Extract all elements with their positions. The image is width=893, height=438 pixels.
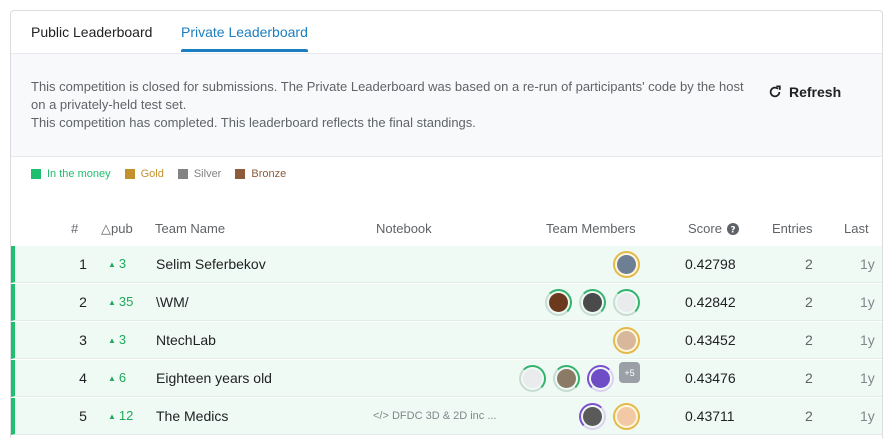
legend-in-the-money: In the money (31, 168, 111, 180)
col-notebook: Notebook (376, 221, 432, 236)
info-line-completed: This competition has completed. This lea… (31, 115, 476, 130)
leaderboard-panel: Public Leaderboard Private Leaderboard T… (10, 10, 883, 438)
legend-gold: Gold (124, 168, 164, 180)
row-rank: 5 (79, 408, 87, 424)
row-delta: ▲ 35 (108, 294, 134, 309)
refresh-label: Refresh (789, 84, 842, 100)
row-team-name[interactable]: NtechLab (156, 332, 216, 348)
leaderboard-tabs: Public Leaderboard Private Leaderboard (11, 11, 882, 54)
table-row[interactable]: 1 ▲ 3 Selim Seferbekov 0.42798 2 1y (11, 246, 882, 283)
up-arrow-icon: ▲ (108, 374, 116, 383)
row-rank: 4 (79, 370, 87, 386)
table-row[interactable]: 5 ▲ 12 The Medics </> DFDC 3D & 2D inc ..… (11, 398, 882, 435)
row-last: 1y (860, 256, 875, 272)
col-entries[interactable]: Entries (772, 221, 812, 236)
row-team-name[interactable]: \WM/ (156, 294, 189, 310)
row-last: 1y (860, 332, 875, 348)
legend-bronze: Bronze (235, 168, 286, 180)
info-line-closed: This competition is closed for submissio… (31, 79, 744, 112)
more-members-badge[interactable]: +5 (619, 362, 640, 383)
legend-silver: Silver (177, 168, 221, 180)
avatar[interactable] (579, 403, 606, 430)
avatar[interactable] (613, 403, 640, 430)
row-entries: 2 (805, 408, 813, 424)
avatar[interactable] (579, 289, 606, 316)
row-entries: 2 (805, 332, 813, 348)
avatar[interactable] (613, 251, 640, 278)
col-team-members: Team Members (546, 221, 636, 236)
row-entries: 2 (805, 294, 813, 310)
row-delta: ▲ 12 (108, 408, 134, 423)
col-rank[interactable]: # (71, 221, 78, 236)
team-members: +5 (519, 362, 640, 392)
row-score: 0.42798 (685, 256, 736, 272)
up-arrow-icon: ▲ (108, 412, 116, 421)
legend-swatch-gold (124, 169, 135, 179)
team-members (545, 289, 640, 316)
row-last: 1y (860, 294, 875, 310)
up-arrow-icon: ▲ (108, 298, 116, 307)
code-icon: </> (373, 410, 389, 422)
col-score[interactable]: Score ? (688, 221, 739, 236)
row-entries: 2 (805, 256, 813, 272)
row-last: 1y (860, 370, 875, 386)
medal-legend: In the money Gold Silver Bronze (31, 168, 286, 180)
row-rank: 2 (79, 294, 87, 310)
col-last[interactable]: Last (844, 221, 869, 236)
svg-text:?: ? (730, 225, 735, 235)
row-team-name[interactable]: The Medics (156, 408, 228, 424)
row-rank: 1 (79, 256, 87, 272)
tab-public-leaderboard[interactable]: Public Leaderboard (31, 24, 152, 40)
avatar[interactable] (587, 365, 614, 392)
row-delta: ▲ 6 (108, 370, 127, 385)
row-entries: 2 (805, 370, 813, 386)
help-icon[interactable]: ? (726, 222, 739, 235)
notebook-link[interactable]: </> DFDC 3D & 2D inc ... (373, 410, 497, 422)
row-delta: ▲ 3 (108, 332, 127, 347)
row-score: 0.42842 (685, 294, 736, 310)
legend-swatch-silver (177, 169, 188, 179)
table-row[interactable]: 4 ▲ 6 Eighteen years old +5 0.43476 2 1y (11, 360, 882, 397)
refresh-icon (769, 85, 781, 98)
avatar[interactable] (545, 289, 572, 316)
row-team-name[interactable]: Selim Seferbekov (156, 256, 266, 272)
avatar[interactable] (613, 327, 640, 354)
team-members (613, 251, 640, 278)
table-row[interactable]: 2 ▲ 35 \WM/ 0.42842 2 1y (11, 284, 882, 321)
row-score: 0.43476 (685, 370, 736, 386)
avatar[interactable] (613, 289, 640, 316)
legend-swatch-bronze (235, 169, 246, 179)
tab-private-leaderboard[interactable]: Private Leaderboard (181, 24, 308, 52)
table-row[interactable]: 3 ▲ 3 NtechLab 0.43452 2 1y (11, 322, 882, 359)
team-members (579, 403, 640, 430)
up-arrow-icon: ▲ (108, 336, 116, 345)
col-delta-public[interactable]: △pub (101, 221, 133, 237)
row-score: 0.43452 (685, 332, 736, 348)
legend-swatch-money (31, 169, 41, 179)
row-rank: 3 (79, 332, 87, 348)
info-banner: This competition is closed for submissio… (11, 54, 882, 157)
avatar[interactable] (519, 365, 546, 392)
refresh-button[interactable]: Refresh (768, 84, 841, 100)
team-members (613, 327, 640, 354)
info-text: This competition is closed for submissio… (31, 78, 751, 132)
table-header: # △pub Team Name Notebook Team Members S… (11, 221, 882, 241)
row-last: 1y (860, 408, 875, 424)
row-delta: ▲ 3 (108, 256, 127, 271)
up-arrow-icon: ▲ (108, 260, 116, 269)
avatar[interactable] (553, 365, 580, 392)
col-team-name[interactable]: Team Name (155, 221, 225, 236)
row-score: 0.43711 (685, 408, 735, 424)
row-team-name[interactable]: Eighteen years old (156, 370, 272, 386)
